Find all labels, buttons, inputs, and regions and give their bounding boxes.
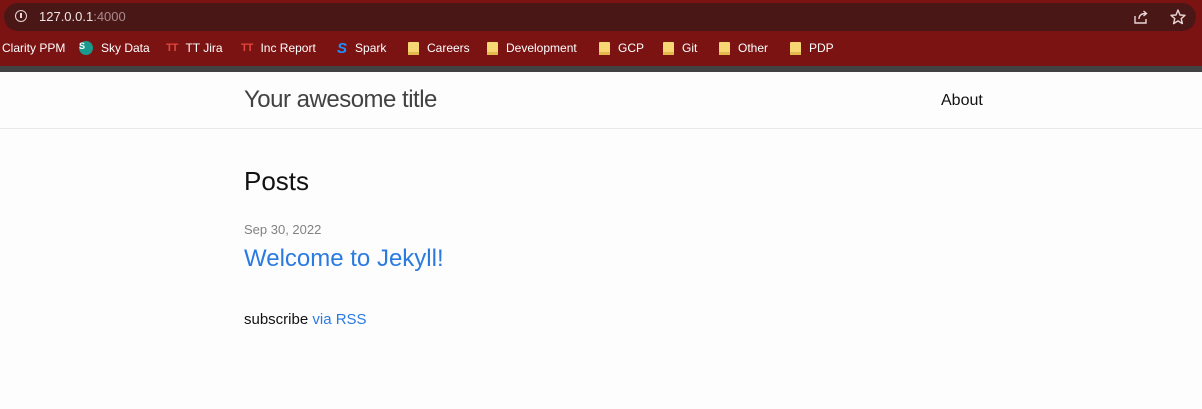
post-title-link[interactable]: Welcome to Jekyll! [244,245,444,273]
address-bar[interactable]: 127.0.0.1:4000 [4,3,1196,31]
bookmark-label: Other [738,41,769,55]
bookmark-folder-gcp[interactable]: GCP [599,40,644,56]
bookmark-label: Sky Data [101,41,150,55]
subscribe-text: subscribe via RSS [244,311,367,328]
bookmark-label: Spark [355,41,387,55]
bookmark-label: Development [506,41,577,55]
bookmark-sky-data[interactable]: S Sky Data [79,40,150,56]
rss-link[interactable]: via RSS [312,311,366,328]
sharepoint-icon: S [79,41,93,55]
nav-about-link[interactable]: About [941,92,983,110]
bookmark-clarity-ppm[interactable]: Clarity PPM [2,40,65,56]
bookmark-label: Git [682,41,698,55]
browser-chrome: 127.0.0.1:4000 Clarity PPM S Sky Data TT… [0,0,1202,72]
url-port: :4000 [93,9,126,24]
folder-icon [408,41,419,55]
bookmark-tt-jira[interactable]: TT TT Jira [166,40,223,56]
site-info-icon[interactable] [15,10,27,22]
bookmark-star-icon[interactable] [1169,8,1187,26]
spark-icon: S [337,39,348,57]
subscribe-label: subscribe [244,311,309,328]
bookmark-folder-development[interactable]: Development [487,40,577,56]
folder-icon [790,41,801,55]
post-date: Sep 30, 2022 [244,222,322,237]
bookmark-label: Clarity PPM [2,41,66,55]
bookmark-folder-other[interactable]: Other [719,40,768,56]
folder-icon [719,41,730,55]
url-host: 127.0.0.1 [39,9,94,24]
bookmark-label: TT Jira [185,41,223,55]
bookmark-spark[interactable]: S Spark [337,39,387,57]
tt-icon: TT [166,42,178,54]
bookmarks-bar: Clarity PPM S Sky Data TT TT Jira TT Inc… [0,34,1202,62]
folder-icon [599,41,610,55]
bookmark-inc-report[interactable]: TT Inc Report [241,40,316,56]
bookmark-folder-pdp[interactable]: PDP [790,40,834,56]
bookmark-label: Inc Report [260,41,316,55]
bookmark-label: PDP [809,41,834,55]
site-header: Your awesome title About [0,72,1202,129]
bookmark-folder-careers[interactable]: Careers [408,40,470,56]
site-title-link[interactable]: Your awesome title [244,86,437,114]
bookmark-label: GCP [618,41,645,55]
folder-icon [487,41,498,55]
posts-heading: Posts [244,166,310,196]
folder-icon [663,41,674,55]
url-text[interactable]: 127.0.0.1:4000 [39,9,126,24]
bookmark-folder-git[interactable]: Git [663,40,697,56]
bookmark-label: Careers [427,41,470,55]
share-icon[interactable] [1133,9,1149,25]
tt-icon: TT [241,42,253,54]
